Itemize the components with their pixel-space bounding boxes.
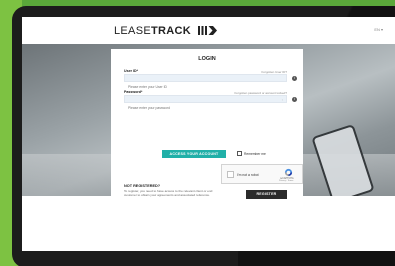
login-panel: LOGIN User ID* Forgotten User ID? i Pass… [111, 49, 303, 203]
user-id-info-icon[interactable]: i [292, 75, 297, 81]
lease-track-logo[interactable]: LEASETRACK [114, 25, 191, 37]
password-label: Password* [124, 90, 143, 94]
user-id-label: User ID* [124, 69, 138, 73]
footer-area [22, 196, 395, 251]
not-registered-heading: NOT REGISTERED? [124, 184, 161, 188]
recaptcha-links[interactable]: Privacy - Terms [279, 180, 293, 182]
language-selector[interactable]: EN ▾ [374, 27, 383, 32]
logo-bars-icon [198, 26, 217, 35]
login-title: LOGIN [198, 56, 216, 62]
remember-me-label: Remember me [244, 151, 266, 156]
recaptcha-checkbox[interactable] [227, 171, 234, 178]
password-field[interactable]: ◦ [124, 95, 287, 111]
recaptcha-logo-icon [284, 168, 293, 177]
top-bar: LEASETRACK EN ▾ [22, 17, 395, 44]
password-input[interactable] [125, 105, 286, 111]
user-id-field[interactable] [124, 74, 287, 90]
recaptcha-widget: I'm not a robot reCAPTCHA Privacy - Term… [221, 164, 303, 184]
show-password-icon[interactable]: ◦ [282, 98, 283, 102]
access-account-button[interactable]: ACCESS YOUR ACCOUNT [162, 150, 226, 158]
password-info-icon[interactable]: i [292, 96, 297, 102]
remember-me-checkbox[interactable] [237, 151, 242, 156]
register-button[interactable]: REGISTER [246, 190, 287, 199]
recaptcha-label: I'm not a robot [237, 173, 259, 177]
not-registered-text: To register, you need to have access to … [124, 189, 213, 197]
user-id-input[interactable] [125, 84, 286, 90]
app-screen: LEASETRACK EN ▾ LOGIN User ID* Forgotten… [22, 17, 395, 251]
